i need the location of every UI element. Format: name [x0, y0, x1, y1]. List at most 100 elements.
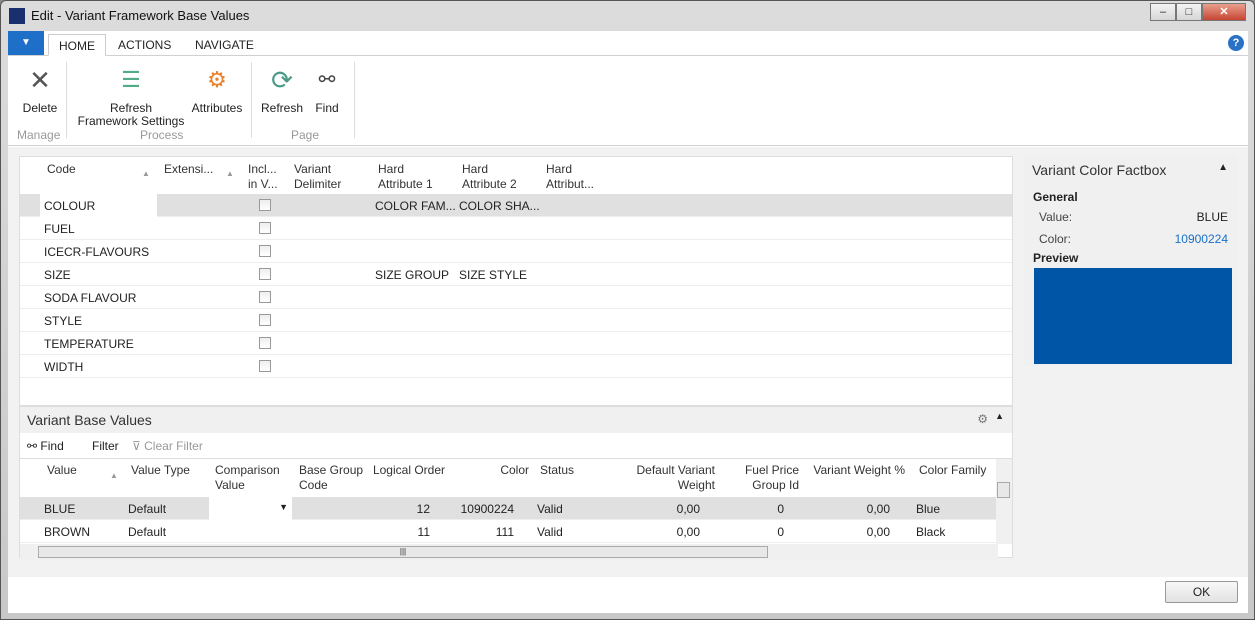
tab-actions[interactable]: ACTIONS	[108, 34, 181, 56]
column-header-line: Color Family	[919, 463, 987, 477]
preview-heading: Preview	[1033, 251, 1079, 265]
order-cell: 11	[417, 525, 430, 539]
column-header-line: Color	[500, 463, 529, 477]
binoculars-icon: ⚯	[27, 439, 38, 453]
code-cell: COLOUR	[44, 199, 96, 213]
column-header-line: Comparison	[215, 463, 280, 477]
table-row[interactable]: TEMPERATURE	[20, 332, 1012, 355]
maximize-button[interactable]: □	[1176, 3, 1202, 21]
settings-gears-icon[interactable]: ⚙	[977, 412, 988, 426]
refresh-framework-settings-button[interactable]: ☰ Refresh Framework Settings	[76, 64, 186, 128]
include-checkbox[interactable]	[259, 337, 271, 349]
column-header[interactable]: Variant Weight %	[813, 463, 905, 478]
ok-button[interactable]: OK	[1165, 581, 1238, 603]
include-checkbox[interactable]	[259, 245, 271, 257]
column-header[interactable]: Hard Attribute 2	[462, 162, 517, 192]
column-header[interactable]: Incl... in V...	[248, 162, 278, 192]
column-header[interactable]: Value	[47, 463, 77, 478]
column-header[interactable]: Logical Order	[373, 463, 445, 478]
collapse-icon[interactable]: ▲	[1218, 162, 1228, 173]
column-header[interactable]: Extensi...	[164, 162, 213, 177]
attributes-gear-icon: ⚙	[207, 67, 227, 92]
app-menu-button[interactable]: ▼	[8, 31, 44, 55]
column-header[interactable]: Status	[540, 463, 574, 478]
subpage-title: Variant Base Values	[20, 407, 1012, 433]
clear-filter-icon: ⊽	[132, 439, 141, 453]
window: Edit - Variant Framework Base Values ‒ □…	[0, 0, 1255, 620]
tab-home[interactable]: HOME	[48, 34, 106, 56]
table-row[interactable]: ICECR-FLAVOURS	[20, 240, 1012, 263]
value-cell: BLUE	[44, 502, 76, 516]
minimize-button[interactable]: ‒	[1150, 3, 1176, 21]
column-header[interactable]: Color Family	[919, 463, 986, 478]
column-header[interactable]: Variant Delimiter	[294, 162, 341, 192]
collapse-subpage-icon[interactable]: ▲	[995, 411, 1004, 421]
table-row[interactable]: ▼ BLUE Default 12 10900224 Valid 0,00 0 0,00 Blue	[20, 497, 997, 520]
scrollbar-thumb[interactable]: |||	[38, 546, 768, 558]
horizontal-scrollbar[interactable]: |||	[20, 544, 998, 560]
fuel-cell: 0	[777, 525, 784, 539]
column-header[interactable]: Default Variant Weight	[637, 463, 716, 493]
hard-attribute-2-cell: SIZE STYLE	[459, 268, 528, 282]
refresh-button[interactable]: ⟳ Refresh	[260, 64, 304, 115]
value-cell: BROWN	[44, 525, 90, 539]
column-header-line: Hard	[546, 162, 573, 176]
order-cell: 12	[416, 502, 430, 516]
table-row[interactable]: BROWN Default 11 111 Valid 0,00 0 0,00 Black	[20, 520, 997, 543]
include-checkbox[interactable]	[259, 291, 271, 303]
scrollbar-thumb[interactable]	[997, 482, 1010, 498]
column-header-line: Code	[299, 478, 328, 492]
sort-icon: ▲	[226, 169, 234, 178]
close-button[interactable]: ✕	[1202, 3, 1246, 21]
column-header-line: Base Group	[299, 463, 364, 477]
vertical-scrollbar[interactable]	[996, 459, 1012, 544]
column-header-line: Variant	[294, 162, 332, 176]
find-button[interactable]: ⚯ Find	[308, 64, 346, 115]
clear-filter-button[interactable]: ⊽ Clear Filter	[132, 439, 203, 453]
binoculars-icon: ⚯	[318, 69, 336, 91]
color-label: Color:	[1039, 232, 1072, 246]
comparison-value-dropdown[interactable]: ▼	[209, 497, 292, 520]
column-header[interactable]: Value Type	[131, 463, 190, 478]
column-header-line: Code	[47, 162, 76, 176]
column-header-line: Fuel Price	[744, 463, 799, 477]
delete-button[interactable]: ✕ Delete	[18, 64, 62, 115]
code-cell: FUEL	[44, 222, 75, 236]
column-header[interactable]: Base Group Code	[299, 463, 363, 493]
vw-cell: 0,00	[866, 502, 890, 516]
column-header[interactable]: Code	[47, 162, 76, 177]
attributes-label: Attributes	[191, 101, 243, 115]
subpage-find-button[interactable]: ⚯ Find	[27, 439, 64, 453]
table-row[interactable]: COLOUR COLOR FAM... COLOR SHA...	[20, 194, 1012, 217]
code-cell: SODA FLAVOUR	[44, 291, 137, 305]
column-header[interactable]: Hard Attribut...	[546, 162, 594, 192]
help-icon[interactable]: ?	[1228, 35, 1244, 51]
clear-filter-label: Clear Filter	[144, 439, 203, 453]
color-link[interactable]: 10900224	[1175, 232, 1228, 246]
filter-button[interactable]: Filter	[92, 439, 119, 453]
status-cell: Valid	[537, 502, 563, 516]
include-checkbox[interactable]	[259, 199, 271, 211]
column-header-line: Extensi...	[164, 162, 214, 176]
include-checkbox[interactable]	[259, 268, 271, 280]
table-row[interactable]: SODA FLAVOUR	[20, 286, 1012, 309]
column-header[interactable]: Hard Attribute 1	[378, 162, 433, 192]
table-row[interactable]: SIZE SIZE GROUP SIZE STYLE	[20, 263, 1012, 286]
include-checkbox[interactable]	[259, 360, 271, 372]
include-checkbox[interactable]	[259, 222, 271, 234]
table-row[interactable]: STYLE	[20, 309, 1012, 332]
column-header[interactable]: Color	[500, 463, 529, 478]
column-header-line: Variant Weight %	[813, 463, 905, 477]
column-header-line: Attribute 2	[462, 177, 517, 191]
group-manage: Manage	[17, 128, 61, 142]
column-header-line: Attribut...	[546, 177, 595, 191]
column-header[interactable]: Comparison Value	[215, 463, 280, 493]
tab-navigate[interactable]: NAVIGATE	[185, 34, 264, 56]
include-checkbox[interactable]	[259, 314, 271, 326]
main-grid: Code Extensi... Incl... in V... Variant Delim…	[19, 156, 1013, 406]
attributes-button[interactable]: ⚙ Attributes	[188, 64, 246, 115]
chevron-down-icon: ▼	[279, 502, 288, 512]
column-header[interactable]: Fuel Price Group Id	[745, 463, 799, 493]
table-row[interactable]: FUEL	[20, 217, 1012, 240]
table-row[interactable]: WIDTH	[20, 355, 1012, 378]
